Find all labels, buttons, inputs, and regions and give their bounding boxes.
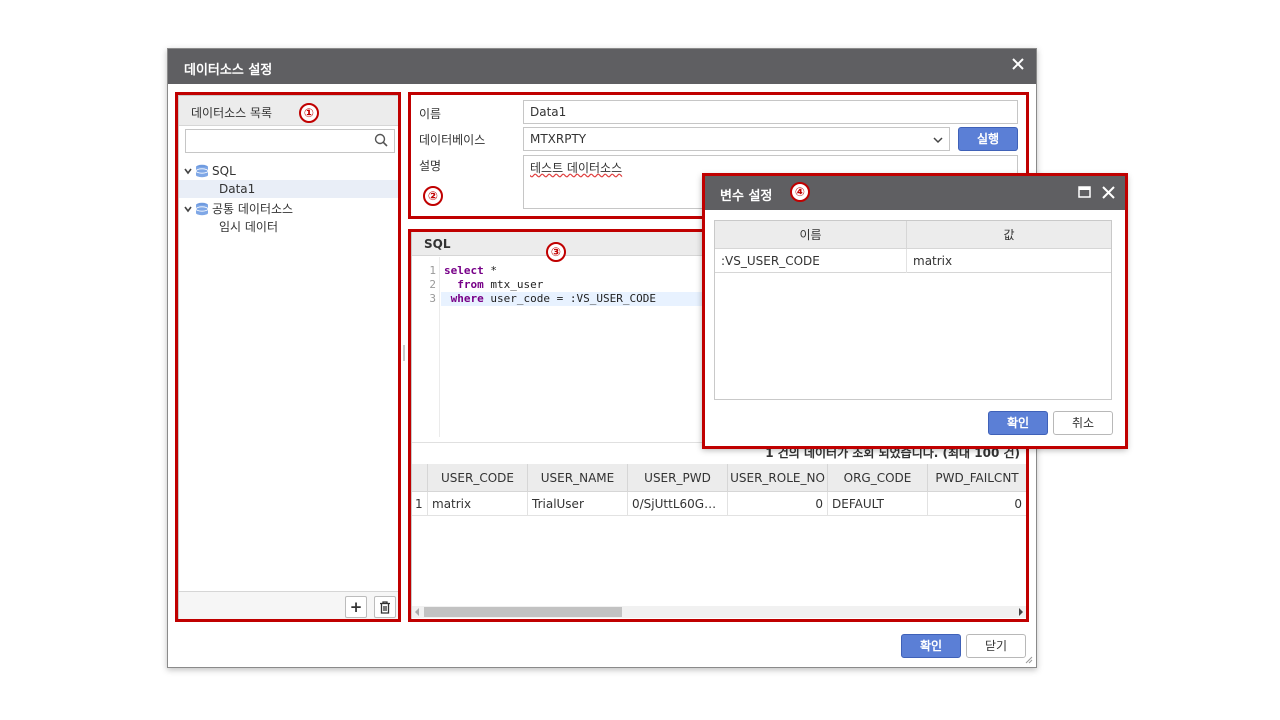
table-row[interactable]: :VS_USER_CODE matrix xyxy=(715,249,1111,273)
line-number: 2 xyxy=(429,278,436,291)
chevron-down-icon[interactable] xyxy=(183,166,193,176)
database-icon xyxy=(195,202,209,216)
confirm-button[interactable]: 확인 xyxy=(901,634,961,658)
maximize-icon[interactable] xyxy=(1078,186,1091,198)
code-line: select * xyxy=(444,264,497,277)
tree-node-label: 공통 데이터소스 xyxy=(212,202,294,216)
grid-column-header[interactable]: USER_PWD xyxy=(628,464,728,492)
dialog-title: 데이터소스 설정 xyxy=(184,63,273,78)
add-datasource-button[interactable]: + xyxy=(345,596,367,618)
variable-name-cell[interactable]: :VS_USER_CODE xyxy=(715,249,907,273)
tree-item-label: Data1 xyxy=(219,182,256,196)
variable-dialog-titlebar[interactable]: 변수 설정 xyxy=(702,174,1127,210)
table-row[interactable]: 1 matrix TrialUser 0/SjUttL60GBUP... 0 D… xyxy=(412,492,1026,516)
name-field[interactable]: Data1 xyxy=(523,100,1018,124)
code-line: where user_code = :VS_USER_CODE xyxy=(444,292,656,305)
resize-grip-icon[interactable] xyxy=(1025,656,1033,664)
code-line: from mtx_user xyxy=(444,278,544,291)
grid-rownum-header xyxy=(412,464,428,492)
datasource-list-footer: + xyxy=(179,591,400,621)
close-button[interactable]: 닫기 xyxy=(966,634,1026,658)
tree-node-common-datasource[interactable]: 공통 데이터소스 xyxy=(179,200,399,218)
grid-cell[interactable]: DEFAULT xyxy=(828,492,928,516)
scrollbar-thumb[interactable] xyxy=(424,607,622,617)
variable-settings-dialog: 변수 설정 이름 값 :VS_USER_CODE matrix 확인 취소 xyxy=(702,174,1127,448)
datasource-tree: SQL Data1 공통 데이터소스 임시 데이터 xyxy=(179,162,399,236)
variable-grid: 이름 값 :VS_USER_CODE matrix xyxy=(714,220,1112,400)
database-select-value: MTXRPTY xyxy=(530,132,587,146)
description-label: 설명 xyxy=(419,159,442,173)
grid-column-header[interactable]: USER_ROLE_NO xyxy=(728,464,828,492)
horizontal-scrollbar[interactable] xyxy=(412,606,1026,618)
datasource-search-box[interactable] xyxy=(185,129,395,153)
name-label: 이름 xyxy=(419,107,442,121)
grid-column-header[interactable]: USER_CODE xyxy=(428,464,528,492)
panel-splitter[interactable] xyxy=(403,345,405,361)
line-gutter: 1 2 3 xyxy=(412,257,440,437)
variable-value-cell[interactable]: matrix xyxy=(907,249,1111,273)
grid-cell[interactable]: 0 xyxy=(928,492,1026,516)
annotation-badge-3: ③ xyxy=(546,242,566,262)
close-icon[interactable] xyxy=(1102,186,1115,199)
annotation-badge-1: ① xyxy=(299,103,319,123)
grid-cell[interactable]: matrix xyxy=(428,492,528,516)
delete-datasource-button[interactable] xyxy=(374,596,396,618)
grid-header: USER_CODE USER_NAME USER_PWD USER_ROLE_N… xyxy=(412,464,1026,492)
variable-confirm-button[interactable]: 확인 xyxy=(988,411,1048,435)
grid-column-header[interactable]: 값 xyxy=(907,221,1111,249)
datasource-search-input[interactable] xyxy=(186,130,366,152)
grid-column-header[interactable]: ORG_CODE xyxy=(828,464,928,492)
variable-grid-header: 이름 값 xyxy=(715,221,1111,249)
close-icon[interactable] xyxy=(1010,57,1026,75)
grid-cell[interactable]: 0 xyxy=(728,492,828,516)
description-text: 테스트 데이터소스 xyxy=(530,161,623,175)
tree-item-data1[interactable]: Data1 xyxy=(179,180,399,198)
tree-item-label: 임시 데이터 xyxy=(219,220,279,234)
tree-node-sql[interactable]: SQL xyxy=(179,162,399,180)
database-select[interactable]: MTXRPTY xyxy=(523,127,950,151)
search-icon[interactable] xyxy=(374,133,388,147)
grid-cell[interactable]: TrialUser xyxy=(528,492,628,516)
run-button[interactable]: 실행 xyxy=(958,127,1018,151)
chevron-down-icon xyxy=(933,137,943,144)
datasource-list-panel: 데이터소스 목록 SQL Data1 공통 데이터소스 임시 데이터 + xyxy=(178,95,401,622)
tree-item-temp-data[interactable]: 임시 데이터 xyxy=(179,218,399,236)
line-number: 1 xyxy=(429,264,436,277)
dialog-titlebar[interactable]: 데이터소스 설정 xyxy=(168,49,1036,84)
grid-column-header[interactable]: USER_NAME xyxy=(528,464,628,492)
chevron-down-icon[interactable] xyxy=(183,204,193,214)
variable-cancel-button[interactable]: 취소 xyxy=(1053,411,1113,435)
scroll-left-icon[interactable] xyxy=(414,608,420,616)
grid-column-header[interactable]: 이름 xyxy=(715,221,907,249)
grid-rownum: 1 xyxy=(412,492,428,516)
scroll-right-icon[interactable] xyxy=(1018,608,1024,616)
tree-node-label: SQL xyxy=(212,164,236,178)
variable-dialog-title: 변수 설정 xyxy=(720,189,773,204)
grid-cell[interactable]: 0/SjUttL60GBUP... xyxy=(628,492,728,516)
trash-icon xyxy=(380,601,390,614)
annotation-badge-4: ④ xyxy=(790,182,810,202)
datasource-list-header: 데이터소스 목록 xyxy=(179,96,400,126)
database-icon xyxy=(195,164,209,178)
database-label: 데이터베이스 xyxy=(419,133,486,147)
grid-column-header[interactable]: PWD_FAILCNT xyxy=(928,464,1026,492)
line-number: 3 xyxy=(429,292,436,305)
annotation-badge-2: ② xyxy=(423,186,443,206)
